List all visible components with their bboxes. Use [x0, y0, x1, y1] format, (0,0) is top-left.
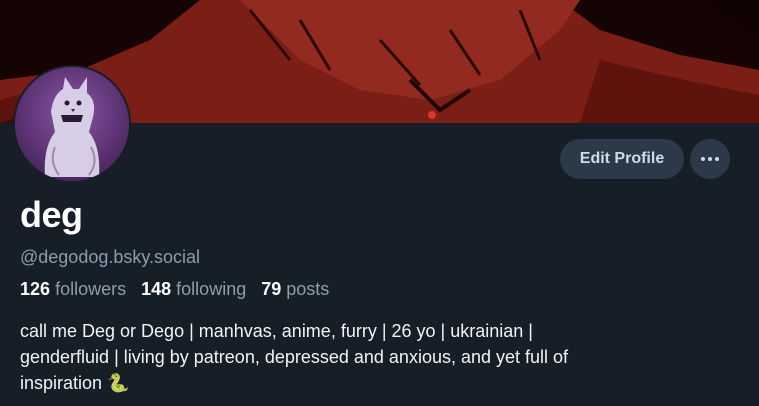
following-label: following	[176, 279, 247, 299]
posts-count: 79	[261, 279, 282, 299]
following-link[interactable]: 148 following	[141, 279, 246, 299]
bio-line: call me Deg or Dego | manhvas, anime, fu…	[20, 321, 533, 341]
profile-handle[interactable]: @degodog.bsky.social	[20, 247, 200, 268]
bio-line: genderfluid | living by patreon, depress…	[20, 347, 569, 367]
bio-line-text: inspiration	[20, 373, 103, 393]
edit-profile-button[interactable]: Edit Profile	[560, 139, 684, 179]
snake-emoji-icon: 🐍	[107, 373, 130, 393]
bio-line: inspiration 🐍	[20, 370, 710, 396]
profile-bio: call me Deg or Dego | manhvas, anime, fu…	[20, 318, 710, 396]
following-count: 148	[141, 279, 172, 299]
followers-label: followers	[55, 279, 127, 299]
more-options-button[interactable]	[690, 139, 730, 179]
posts-label: posts	[286, 279, 330, 299]
display-name: deg	[20, 194, 83, 235]
followers-link[interactable]: 126 followers	[20, 279, 126, 299]
ellipsis-icon	[700, 157, 721, 161]
profile-stats: 126 followers 148 following 79 posts	[20, 279, 339, 300]
followers-count: 126	[20, 279, 51, 299]
wolf-avatar-icon	[15, 67, 129, 181]
posts-stat: 79 posts	[261, 279, 329, 299]
avatar[interactable]	[13, 65, 131, 183]
